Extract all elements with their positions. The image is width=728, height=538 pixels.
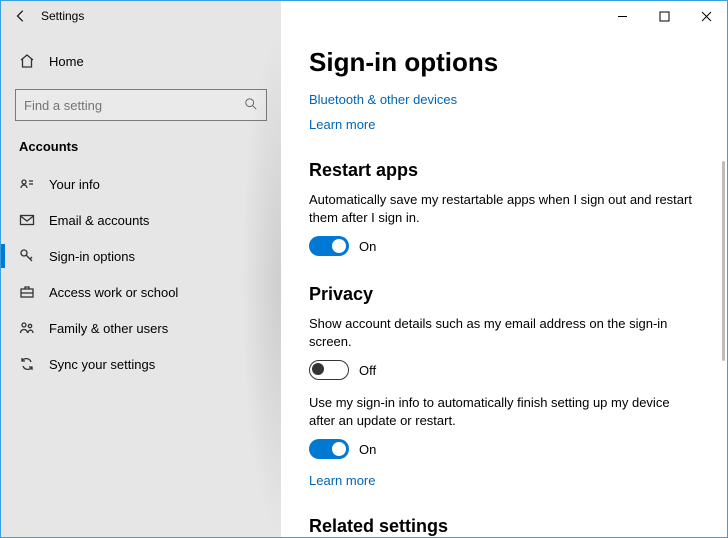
related-settings-heading: Related settings — [309, 516, 699, 537]
titlebar: Settings — [1, 1, 727, 31]
privacy-show-account-description: Show account details such as my email ad… — [309, 315, 699, 350]
privacy-signin-info-toggle-label: On — [359, 442, 376, 457]
privacy-heading: Privacy — [309, 284, 699, 305]
window-controls — [601, 1, 727, 31]
privacy-show-account-toggle[interactable] — [309, 360, 349, 380]
search-box[interactable] — [15, 89, 267, 121]
search-input[interactable] — [24, 98, 244, 113]
sidebar-item-family-other-users[interactable]: Family & other users — [1, 310, 281, 346]
restart-apps-toggle-row: On — [309, 236, 699, 256]
main-content: Sign-in options Bluetooth & other device… — [281, 31, 727, 537]
sidebar-item-your-info[interactable]: Your info — [1, 166, 281, 202]
restart-apps-description: Automatically save my restartable apps w… — [309, 191, 699, 226]
learn-more-link[interactable]: Learn more — [309, 117, 699, 132]
restart-apps-toggle[interactable] — [309, 236, 349, 256]
home-icon — [19, 53, 35, 69]
privacy-signin-info-toggle-row: On — [309, 439, 699, 459]
privacy-learn-more-link[interactable]: Learn more — [309, 473, 699, 488]
back-button[interactable] — [1, 9, 41, 23]
sidebar-item-access-work-school[interactable]: Access work or school — [1, 274, 281, 310]
window-title: Settings — [41, 9, 84, 23]
privacy-signin-info-description: Use my sign-in info to automatically fin… — [309, 394, 699, 429]
sidebar-section-label: Accounts — [1, 139, 281, 154]
sidebar-item-sign-in-options[interactable]: Sign-in options — [1, 238, 281, 274]
sidebar-item-label: Email & accounts — [49, 213, 149, 228]
sync-icon — [19, 356, 35, 372]
restart-apps-toggle-label: On — [359, 239, 376, 254]
scrollbar[interactable] — [722, 161, 725, 361]
restart-apps-heading: Restart apps — [309, 160, 699, 181]
people-icon — [19, 320, 35, 336]
bluetooth-devices-link[interactable]: Bluetooth & other devices — [309, 92, 699, 107]
briefcase-icon — [19, 284, 35, 300]
privacy-show-account-toggle-row: Off — [309, 360, 699, 380]
mail-icon — [19, 212, 35, 228]
key-icon — [19, 248, 35, 264]
sidebar-item-label: Sign-in options — [49, 249, 135, 264]
maximize-button[interactable] — [643, 1, 685, 31]
sidebar-item-label: Your info — [49, 177, 100, 192]
sidebar-item-sync-settings[interactable]: Sync your settings — [1, 346, 281, 382]
privacy-signin-info-toggle[interactable] — [309, 439, 349, 459]
search-icon — [244, 97, 258, 114]
body: Home Accounts Your info Email & acco — [1, 31, 727, 537]
sidebar-item-label: Sync your settings — [49, 357, 155, 372]
privacy-show-account-toggle-label: Off — [359, 363, 376, 378]
minimize-button[interactable] — [601, 1, 643, 31]
home-button[interactable]: Home — [1, 43, 281, 79]
sidebar-item-label: Access work or school — [49, 285, 178, 300]
home-label: Home — [49, 54, 84, 69]
sidebar: Home Accounts Your info Email & acco — [1, 31, 281, 537]
sidebar-item-label: Family & other users — [49, 321, 168, 336]
person-card-icon — [19, 176, 35, 192]
page-title: Sign-in options — [309, 47, 699, 78]
settings-window: Settings Home — [0, 0, 728, 538]
close-button[interactable] — [685, 1, 727, 31]
sidebar-item-email-accounts[interactable]: Email & accounts — [1, 202, 281, 238]
